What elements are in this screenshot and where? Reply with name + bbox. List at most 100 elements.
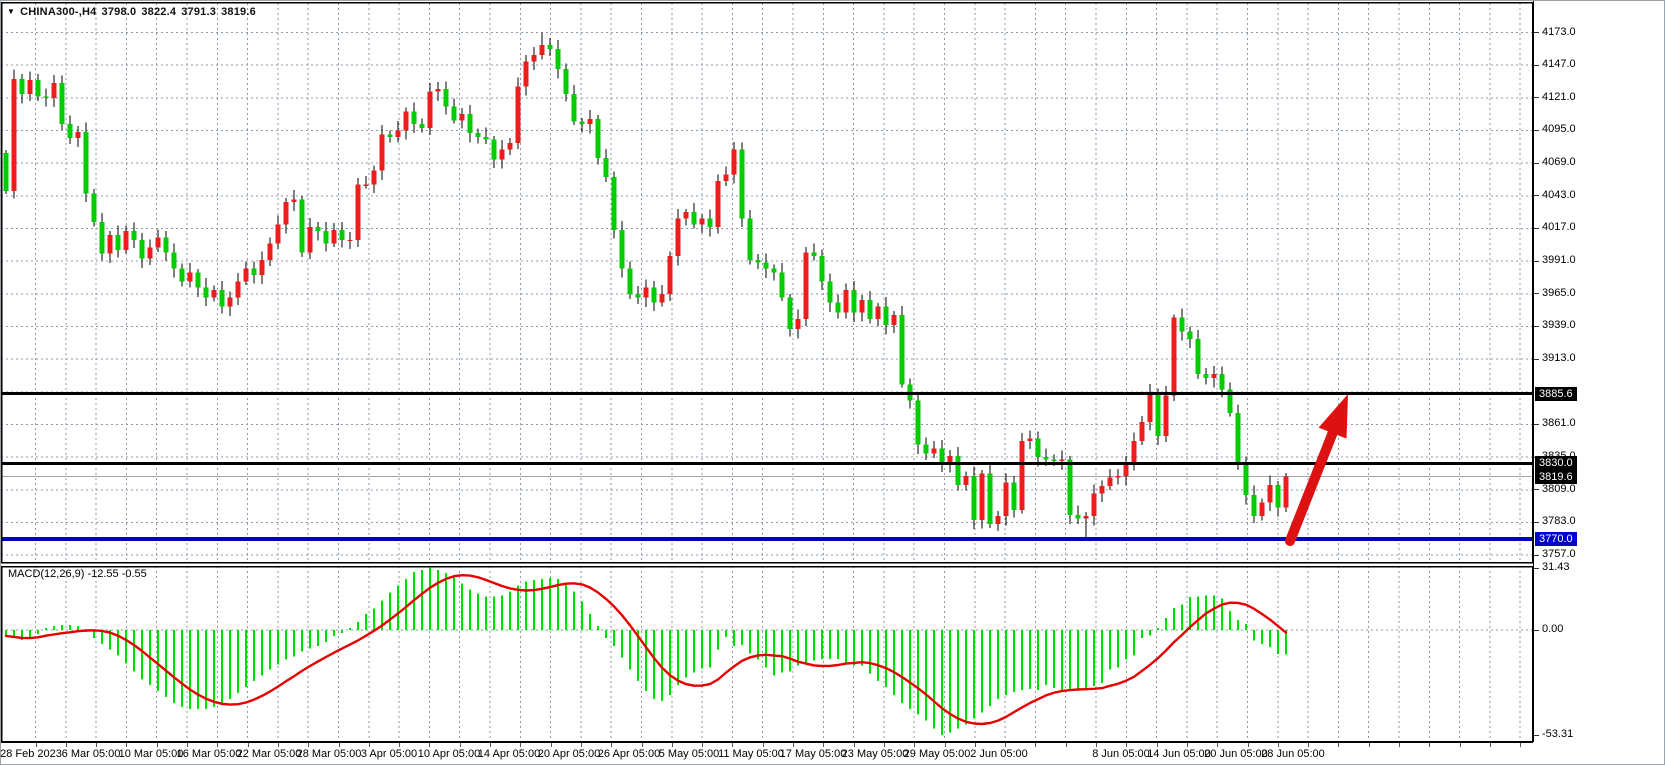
bear-candle <box>300 200 305 253</box>
time-axis-label: 17 May 05:00 <box>780 748 847 760</box>
bear-candle <box>748 218 753 259</box>
bear-candle <box>852 290 857 313</box>
time-axis-label: 20 Jun 05:00 <box>1204 748 1268 760</box>
time-axis-label: 20 Apr 05:00 <box>538 748 600 760</box>
trend-arrow-head[interactable] <box>1319 394 1348 439</box>
time-axis-label: 11 May 05:00 <box>718 748 784 760</box>
time-axis-tick <box>339 743 340 747</box>
time-axis-label: 22 Mar 05:00 <box>237 748 302 760</box>
price-axis-label: 4017.0 <box>1542 221 1576 233</box>
bear-candle <box>220 290 225 306</box>
price-badge: 3830.0 <box>1535 456 1577 470</box>
bull-candle <box>308 227 313 252</box>
bear-candle <box>572 94 577 122</box>
bull-candle <box>676 218 681 256</box>
time-axis-label: 10 Apr 05:00 <box>418 748 480 760</box>
bull-candle <box>1140 422 1145 441</box>
bear-candle <box>836 303 841 313</box>
bear-candle <box>412 112 417 125</box>
time-axis-tick <box>490 743 491 747</box>
bear-candle <box>956 456 961 485</box>
bull-candle <box>348 240 353 241</box>
bull-candle <box>1108 477 1113 486</box>
time-axis-tick <box>399 743 400 747</box>
bull-candle <box>660 294 665 303</box>
time-axis-tick <box>702 743 703 747</box>
bull-candle <box>404 112 409 131</box>
bull-candle <box>1164 396 1169 436</box>
bear-candle <box>564 69 569 94</box>
bull-candle <box>996 516 1001 524</box>
bear-candle <box>604 158 609 177</box>
bear-candle <box>972 476 977 520</box>
price-axis-label: 4121.0 <box>1542 91 1576 103</box>
bear-candle <box>340 230 345 240</box>
bear-candle <box>1076 515 1081 519</box>
time-axis-tick <box>611 743 612 747</box>
bull-candle <box>428 92 433 128</box>
bull-candle <box>260 260 265 275</box>
macd-axis-tick <box>1534 630 1539 631</box>
candlestick-macd-svg[interactable] <box>1 1 1533 742</box>
bear-candle <box>1068 460 1073 515</box>
time-axis-tick <box>187 743 188 747</box>
price-axis-label: 4043.0 <box>1542 189 1576 201</box>
bull-candle <box>524 61 529 86</box>
time-axis-tick <box>551 743 552 747</box>
price-axis-label: 3757.0 <box>1542 548 1576 560</box>
price-axis[interactable]: 4173.04147.04121.04095.04069.04043.04017… <box>1533 1 1665 742</box>
bear-candle <box>4 153 9 191</box>
time-axis-tick <box>854 743 855 747</box>
bull-candle <box>76 132 81 138</box>
bull-candle <box>876 306 881 319</box>
bull-candle <box>644 288 649 298</box>
time-axis-tick <box>217 743 218 747</box>
bull-candle <box>356 185 361 240</box>
bear-candle <box>316 227 321 231</box>
bear-candle <box>1204 374 1209 378</box>
bear-candle <box>708 218 713 227</box>
time-axis-tick <box>248 743 249 747</box>
price-axis-tick <box>1534 195 1539 196</box>
bear-candle <box>20 79 25 94</box>
bear-candle <box>44 97 49 98</box>
time-axis-tick <box>1460 743 1461 747</box>
bull-candle <box>28 80 33 94</box>
time-axis-tick <box>1187 743 1188 747</box>
bear-candle <box>452 107 457 121</box>
time-axis-tick <box>429 743 430 747</box>
bear-candle <box>132 231 137 240</box>
bear-candle <box>596 119 601 158</box>
time-axis-tick <box>1035 743 1036 747</box>
time-axis-label: 14 Jun 05:00 <box>1147 748 1211 760</box>
bear-candle <box>420 124 425 128</box>
time-axis-tick <box>1338 743 1339 747</box>
bull-candle <box>1172 318 1177 396</box>
chart-area[interactable]: ▼ CHINA300-,H4 3798.0 3822.4 3791.3 3819… <box>1 1 1533 742</box>
time-axis-label: 2 Jun 05:00 <box>970 748 1028 760</box>
price-axis-tick <box>1534 522 1539 523</box>
bull-candle <box>1028 438 1033 441</box>
bull-candle <box>236 281 241 297</box>
bear-candle <box>916 401 921 445</box>
trend-arrow-shaft[interactable] <box>1290 427 1335 541</box>
time-axis-tick <box>460 743 461 747</box>
bear-candle <box>868 300 873 319</box>
time-axis-tick <box>1005 743 1006 747</box>
price-axis-label: 4069.0 <box>1542 156 1576 168</box>
bear-candle <box>620 230 625 269</box>
bull-candle <box>508 143 513 149</box>
bear-candle <box>172 252 177 268</box>
bull-candle <box>1116 476 1121 477</box>
time-axis-label: 8 Jun 05:00 <box>1092 748 1150 760</box>
bull-candle <box>436 89 441 92</box>
bull-candle <box>588 119 593 124</box>
time-axis[interactable]: 28 Feb 20236 Mar 05:0010 Mar 05:0016 Mar… <box>1 742 1533 765</box>
bull-candle <box>724 174 729 180</box>
price-axis-tick <box>1534 359 1539 360</box>
bear-candle <box>84 132 89 194</box>
price-axis-label: 3783.0 <box>1542 515 1576 527</box>
trading-chart-window: ▼ CHINA300-,H4 3798.0 3822.4 3791.3 3819… <box>0 0 1665 765</box>
bull-candle <box>188 272 193 281</box>
time-axis-tick <box>96 743 97 747</box>
